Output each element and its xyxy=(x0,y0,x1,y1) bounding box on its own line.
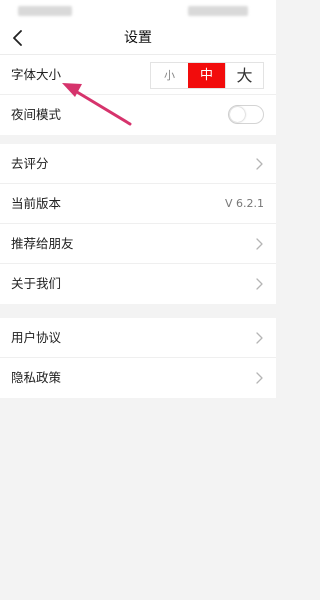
privacy-row[interactable]: 隐私政策 xyxy=(0,358,276,398)
version-label: 当前版本 xyxy=(11,196,62,211)
recommend-row[interactable]: 推荐给朋友 xyxy=(0,224,276,264)
chevron-right-icon xyxy=(256,278,263,290)
nav-bar: 设置 xyxy=(0,22,276,55)
status-left-blurred xyxy=(18,6,72,16)
chevron-right-icon xyxy=(256,158,263,170)
settings-group-app: 去评分 当前版本 V 6.2.1 推荐给朋友 关于我们 xyxy=(0,144,276,304)
version-value: V 6.2.1 xyxy=(224,197,264,210)
font-size-row: 字体大小 小 中 大 xyxy=(0,55,276,95)
font-size-option-large[interactable]: 大 xyxy=(225,63,263,88)
status-bar xyxy=(0,0,276,22)
agreement-label: 用户协议 xyxy=(11,330,62,345)
chevron-right-icon xyxy=(256,372,263,384)
chevron-right-icon xyxy=(256,238,263,250)
recommend-label: 推荐给朋友 xyxy=(11,236,74,251)
status-right-blurred xyxy=(188,6,248,16)
version-row: 当前版本 V 6.2.1 xyxy=(0,184,276,224)
about-label: 关于我们 xyxy=(11,276,62,291)
font-size-option-small[interactable]: 小 xyxy=(151,63,188,88)
settings-group-display: 字体大小 小 中 大 夜间模式 xyxy=(0,55,276,135)
font-size-label: 字体大小 xyxy=(11,67,62,82)
about-row[interactable]: 关于我们 xyxy=(0,264,276,304)
font-size-option-medium[interactable]: 中 xyxy=(188,63,225,88)
night-mode-label: 夜间模式 xyxy=(11,107,62,122)
chevron-left-icon xyxy=(13,30,22,46)
back-button[interactable] xyxy=(4,24,32,52)
agreement-row[interactable]: 用户协议 xyxy=(0,318,276,358)
chevron-right-icon xyxy=(256,332,263,344)
night-mode-row: 夜间模式 xyxy=(0,95,276,135)
privacy-label: 隐私政策 xyxy=(11,370,62,385)
settings-group-legal: 用户协议 隐私政策 xyxy=(0,318,276,398)
toggle-knob xyxy=(230,107,245,122)
page-title: 设置 xyxy=(124,30,152,46)
rate-row[interactable]: 去评分 xyxy=(0,144,276,184)
font-size-selector: 小 中 大 xyxy=(150,62,264,89)
rate-label: 去评分 xyxy=(11,156,49,171)
night-mode-toggle[interactable] xyxy=(228,105,264,124)
